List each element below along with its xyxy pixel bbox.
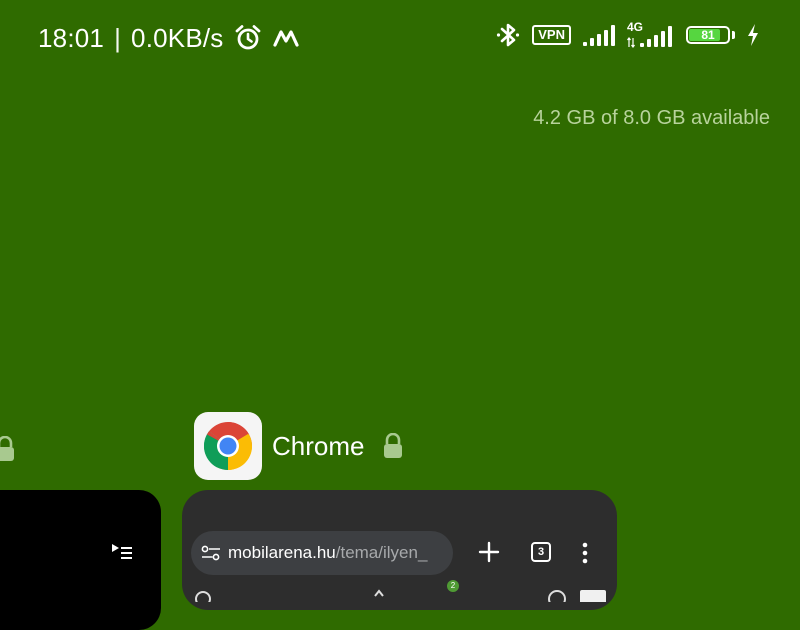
alarm-icon [234, 24, 262, 52]
recent-app-card-left[interactable] [0, 490, 161, 630]
chrome-logo-icon [194, 412, 262, 480]
recent-app-header[interactable]: Chrome [194, 412, 404, 480]
battery-tip [732, 31, 735, 39]
url-text: mobilarena.hu/tema/ilyen_ [228, 543, 427, 563]
bluetooth-icon [495, 21, 521, 49]
clock: 18:01 [38, 23, 105, 53]
m-app-icon [272, 27, 300, 49]
status-separator: | [114, 23, 122, 53]
address-bar[interactable]: mobilarena.hu/tema/ilyen_ [191, 531, 453, 575]
battery-level: 81 [701, 28, 715, 42]
status-right: VPN 4G 81 [495, 21, 760, 49]
lock-icon[interactable] [382, 432, 404, 459]
vpn-icon: VPN [532, 25, 571, 45]
notification-badge: 2 [447, 580, 459, 592]
more-options-icon[interactable] [575, 540, 595, 566]
browser-toolbar: mobilarena.hu/tema/ilyen_ 3 [182, 530, 617, 576]
lock-icon[interactable] [0, 435, 16, 462]
charging-icon [746, 23, 760, 47]
status-bar: 18:01 | 0.0KB/s VPN 4G 81 [0, 0, 800, 78]
secondary-row-icons [195, 589, 606, 602]
browser-secondary-row: 2 [182, 580, 617, 602]
url-path: /tema/ilyen_ [335, 543, 428, 562]
recent-app-card-chrome[interactable]: mobilarena.hu/tema/ilyen_ 3 2 [182, 490, 617, 610]
playlist-icon [110, 542, 134, 567]
network-speed: 0.0KB/s [131, 23, 224, 53]
site-settings-icon[interactable] [201, 545, 221, 561]
signal-icon [582, 23, 616, 47]
battery-icon: 81 [686, 26, 735, 44]
app-name: Chrome [272, 431, 365, 461]
url-host: mobilarena.hu [228, 543, 336, 562]
tab-switcher-button[interactable]: 3 [531, 542, 551, 562]
status-left: 18:01 | 0.0KB/s [38, 22, 300, 54]
battery-body: 81 [686, 26, 730, 44]
lte-signal-icon: 4G [627, 21, 675, 49]
new-tab-plus-icon[interactable] [476, 539, 502, 565]
memory-available-text: 4.2 GB of 8.0 GB available [533, 107, 770, 129]
